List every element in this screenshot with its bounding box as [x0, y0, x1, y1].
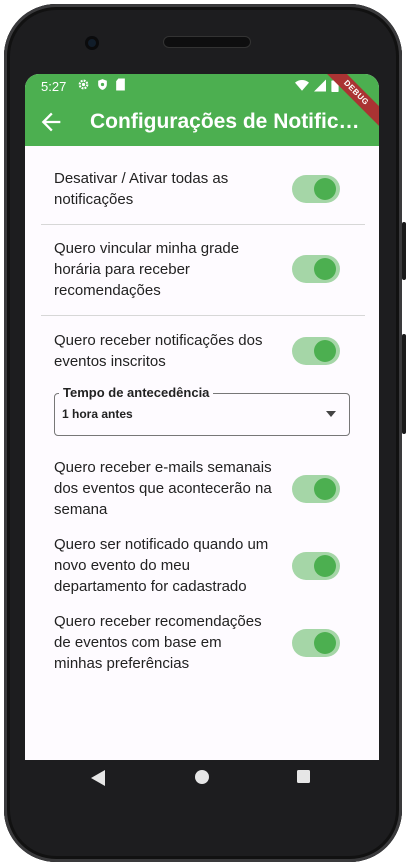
front-camera — [85, 36, 99, 50]
toggle-switch-weekly-emails[interactable] — [292, 475, 340, 503]
nav-back-icon[interactable] — [91, 770, 105, 786]
page-title: Configurações de Notificações — [90, 110, 360, 133]
toggle-switch-link-schedule[interactable] — [292, 255, 340, 283]
toggle-switch-preference-recommendations[interactable] — [292, 629, 340, 657]
nav-recents-icon[interactable] — [297, 770, 310, 783]
volume-button — [402, 334, 406, 434]
switch-thumb — [314, 632, 336, 654]
wifi-icon — [295, 79, 309, 91]
setting-label: Quero receber recomendações de eventos c… — [54, 613, 262, 672]
dropdown-value: 1 hora antes — [62, 407, 133, 421]
toggle-switch-subscribed-events[interactable] — [292, 337, 340, 365]
switch-thumb — [314, 178, 336, 200]
shield-icon — [98, 79, 107, 90]
setting-label: Quero vincular minha grade horária para … — [54, 240, 240, 299]
setting-label: Quero receber notificações dos eventos i… — [54, 332, 263, 370]
divider — [41, 224, 365, 225]
switch-thumb — [314, 478, 336, 500]
switch-thumb — [314, 340, 336, 362]
advance-time-dropdown[interactable]: Tempo de antecedência 1 hora antes — [54, 385, 350, 436]
setting-label: Quero ser notificado quando um novo even… — [54, 536, 269, 595]
switch-thumb — [314, 555, 336, 577]
setting-label: Quero receber e-mails semanais dos event… — [54, 459, 272, 518]
back-arrow-icon[interactable] — [37, 108, 65, 136]
settings-list: Desativar / Ativar todas as notificações… — [25, 146, 379, 760]
toggle-switch-all-notifications[interactable] — [292, 175, 340, 203]
signal-icon — [314, 79, 326, 92]
status-time: 5:27 — [41, 79, 67, 94]
earpiece-speaker — [164, 37, 250, 47]
switch-thumb — [314, 258, 336, 280]
divider — [41, 315, 365, 316]
dropdown-label: Tempo de antecedência — [59, 385, 214, 400]
nav-home-icon[interactable] — [195, 770, 209, 784]
toggle-switch-department-events[interactable] — [292, 552, 340, 580]
sd-card-icon — [116, 78, 125, 91]
setting-label: Desativar / Ativar todas as notificações — [54, 170, 229, 208]
status-bar: 5:27 — [25, 74, 379, 98]
system-nav-bar — [25, 760, 379, 800]
app-bar: Configurações de Notificações — [25, 98, 379, 146]
settings-icon — [78, 79, 89, 90]
power-button — [402, 222, 406, 280]
dropdown-arrow-icon — [326, 411, 336, 417]
app-screen: 5:27 Configurações de Notificaç DEBUG De… — [25, 74, 379, 760]
